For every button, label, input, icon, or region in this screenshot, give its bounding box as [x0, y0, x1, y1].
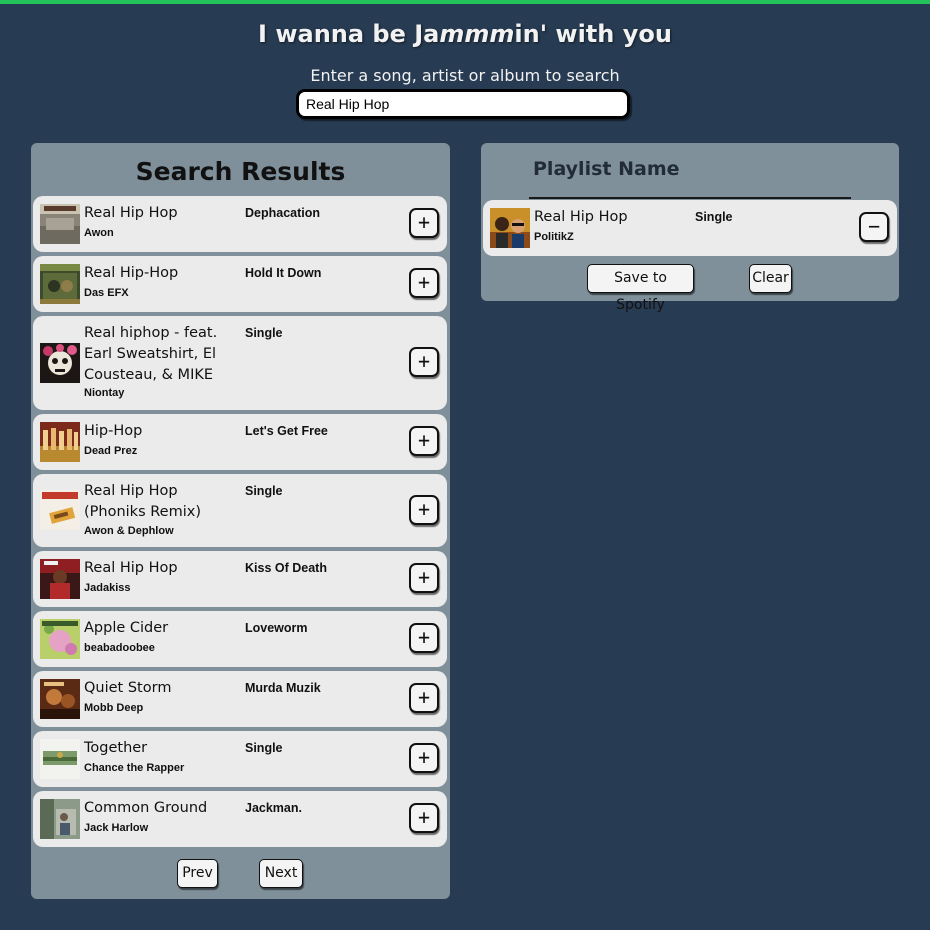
track-name: Real Hip Hop	[84, 205, 178, 221]
track-artist: Jadakiss	[84, 582, 131, 594]
track-name: Quiet Storm	[84, 680, 172, 696]
result-track-row: Common Ground Jack Harlow Jackman. +	[33, 791, 447, 847]
track-album: Kiss Of Death	[245, 561, 327, 575]
track-album: Single	[245, 741, 283, 755]
track-artist: Mobb Deep	[84, 702, 144, 714]
search-label: Enter a song, artist or album to search	[310, 66, 620, 85]
track-album: Loveworm	[245, 621, 308, 635]
result-track-row: Apple Cider beabadoobee Loveworm +	[33, 611, 447, 667]
add-track-button[interactable]: +	[409, 803, 439, 833]
track-album: Jackman.	[245, 801, 302, 815]
app-title-emphasis: mmm	[439, 20, 515, 48]
playlist-track-row: Real Hip Hop PolitikZ Single −	[483, 200, 897, 256]
playlist-name-input[interactable]: Playlist Name	[533, 158, 680, 180]
track-artist: Awon	[84, 227, 114, 239]
track-name: Real Hip Hop	[84, 560, 178, 576]
add-track-button[interactable]: +	[409, 563, 439, 593]
result-track-row: Together Chance the Rapper Single +	[33, 731, 447, 787]
prev-page-button[interactable]: Prev	[177, 859, 218, 888]
search-input[interactable]	[306, 96, 616, 112]
playlist-name-underline	[529, 197, 851, 199]
album-art-thumbnail	[40, 799, 80, 839]
playlist-panel: Playlist Name Real Hip Hop PolitikZ Sing…	[481, 143, 899, 313]
track-name: Real Hip Hop	[534, 209, 628, 225]
track-artist: PolitikZ	[534, 231, 574, 243]
album-art-thumbnail	[40, 343, 80, 383]
track-name: Hip-Hop	[84, 423, 143, 439]
track-name: Real Hip Hop (Phoniks Remix)	[84, 483, 201, 520]
album-art-thumbnail	[40, 422, 80, 462]
track-album: Single	[245, 484, 283, 498]
album-art-thumbnail	[40, 559, 80, 599]
track-name: Real hiphop - feat. Earl Sweatshirt, El …	[84, 325, 218, 383]
track-artist: Das EFX	[84, 287, 129, 299]
track-artist: Jack Harlow	[84, 822, 149, 834]
track-artist: beabadoobee	[84, 642, 155, 654]
result-track-row: Real Hip Hop Awon Dephacation +	[33, 196, 447, 252]
album-art-thumbnail	[490, 208, 530, 248]
album-art-thumbnail	[40, 679, 80, 719]
result-track-row: Real Hip-Hop Das EFX Hold It Down +	[33, 256, 447, 312]
album-art-thumbnail	[40, 204, 80, 244]
track-album: Murda Muzik	[245, 681, 321, 695]
track-album: Dephacation	[245, 206, 321, 220]
add-track-button[interactable]: +	[409, 268, 439, 298]
track-artist: Dead Prez	[84, 445, 138, 457]
track-artist: Chance the Rapper	[84, 762, 185, 774]
remove-track-button[interactable]: −	[859, 212, 889, 242]
add-track-button[interactable]: +	[409, 495, 439, 525]
album-art-thumbnail	[40, 739, 80, 779]
add-track-button[interactable]: +	[409, 426, 439, 456]
search-results-panel: Search Results Real Hip Hop Awon Dephaca…	[31, 143, 450, 899]
track-album: Single	[695, 210, 733, 224]
clear-playlist-button[interactable]: Clear	[749, 264, 792, 293]
result-track-row: Hip-Hop Dead Prez Let's Get Free +	[33, 414, 447, 470]
top-accent-bar	[0, 0, 930, 4]
app-title-suffix: in' with you	[514, 20, 672, 48]
add-track-button[interactable]: +	[409, 683, 439, 713]
result-track-row: Real Hip Hop (Phoniks Remix) Awon & Deph…	[33, 474, 447, 547]
add-track-button[interactable]: +	[409, 208, 439, 238]
app-title: I wanna be Jammmin' with you	[0, 20, 930, 48]
search-results-title: Search Results	[135, 157, 346, 186]
result-track-row: Quiet Storm Mobb Deep Murda Muzik +	[33, 671, 447, 727]
add-track-button[interactable]: +	[409, 623, 439, 653]
album-art-thumbnail	[40, 619, 80, 659]
track-album: Single	[245, 326, 283, 340]
search-box[interactable]	[296, 89, 630, 119]
track-name: Real Hip-Hop	[84, 265, 179, 281]
save-to-spotify-button[interactable]: Save to Spotify	[587, 264, 694, 313]
track-album: Hold It Down	[245, 266, 322, 280]
album-art-thumbnail	[40, 264, 80, 304]
track-artist: Awon & Dephlow	[84, 525, 174, 537]
result-track-row: Real Hip Hop Jadakiss Kiss Of Death +	[33, 551, 447, 607]
track-name: Together	[84, 740, 148, 756]
track-name: Common Ground	[84, 800, 208, 816]
track-name: Apple Cider	[84, 620, 169, 636]
app-title-prefix: I wanna be Ja	[258, 20, 440, 48]
track-album: Let's Get Free	[245, 424, 328, 438]
next-page-button[interactable]: Next	[259, 859, 303, 888]
add-track-button[interactable]: +	[409, 743, 439, 773]
result-track-row: Real hiphop - feat. Earl Sweatshirt, El …	[33, 316, 447, 410]
add-track-button[interactable]: +	[409, 347, 439, 377]
album-art-thumbnail	[40, 490, 80, 530]
track-artist: Niontay	[84, 387, 125, 399]
